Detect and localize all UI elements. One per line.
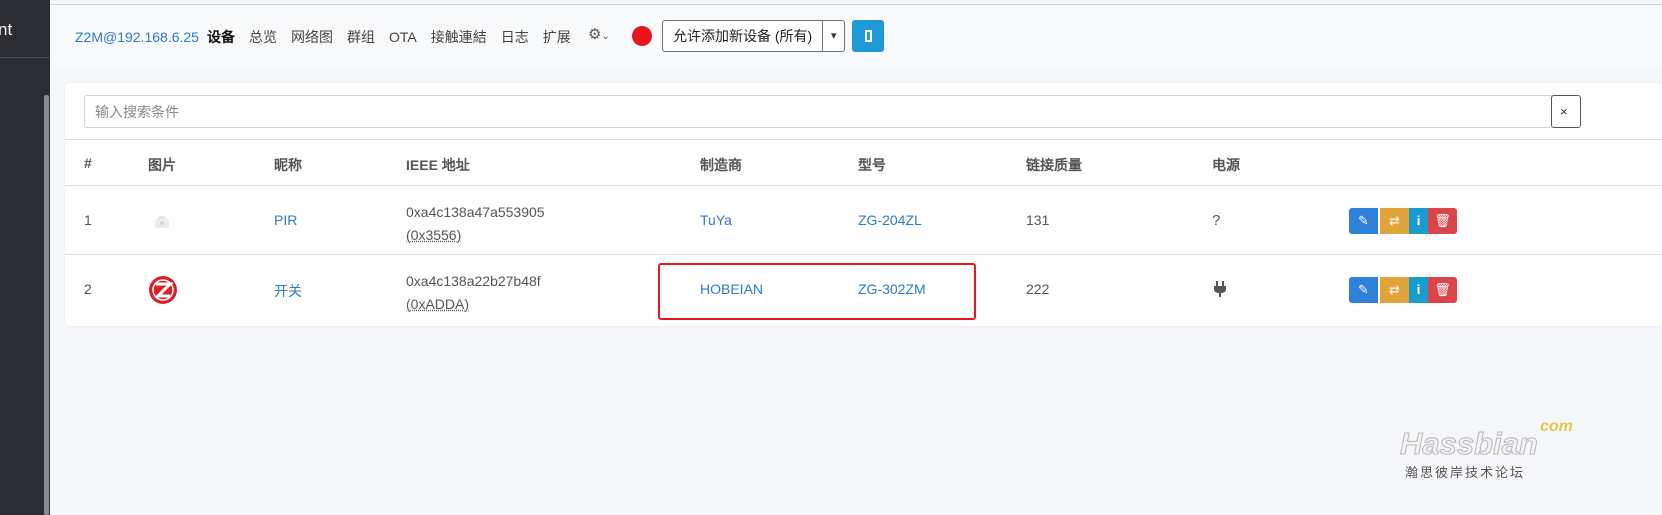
model-link[interactable]: ZG-204ZL — [858, 212, 922, 228]
network-address: (0x3556) — [406, 227, 462, 243]
search-input[interactable] — [84, 95, 1554, 128]
nav-item-logs[interactable]: 日志 — [501, 27, 529, 47]
row-index: 2 — [84, 281, 92, 297]
navbar: Z2M@192.168.6.25 设备 总览 网络图 群组 OTA 接触連結 日… — [50, 5, 1662, 69]
col-index[interactable]: # — [84, 155, 92, 171]
plug-icon — [1214, 281, 1226, 297]
col-model[interactable]: 型号 — [858, 155, 886, 175]
permit-join-button-group: 允许添加新设备 (所有) ▾ — [662, 20, 846, 52]
nav-item-devices[interactable]: 设备 — [207, 27, 235, 47]
edit-icon[interactable]: ✎ — [1349, 208, 1378, 234]
nav-brand-link[interactable]: Z2M@192.168.6.25 — [75, 29, 199, 45]
chevron-down-icon: ⌄ — [601, 31, 610, 42]
link-quality: 131 — [1026, 212, 1050, 228]
info-icon[interactable]: i — [1409, 208, 1428, 234]
zigbee-logo-icon — [149, 276, 177, 304]
ieee-value: 0xa4c138a47a553905 — [406, 204, 545, 220]
power-unknown: ? — [1212, 212, 1221, 229]
settings-dropdown[interactable]: ⚙⌄ — [588, 25, 610, 43]
col-image[interactable]: 图片 — [148, 155, 176, 175]
sidebar-title: nt — [0, 20, 13, 39]
trash-icon[interactable]: 🗑 — [1428, 277, 1457, 303]
pir-sensor-icon — [155, 215, 169, 228]
watermark-caption: 瀚思彼岸技术论坛 — [1405, 465, 1526, 480]
col-power[interactable]: 电源 — [1212, 155, 1240, 175]
swap-icon[interactable]: ⇄ — [1380, 208, 1409, 234]
gear-icon: ⚙ — [588, 26, 602, 43]
nav-menu: Z2M@192.168.6.25 设备 总览 网络图 群组 OTA 接触連結 日… — [75, 27, 585, 47]
highlight-box — [658, 263, 976, 320]
table-header: # 图片 昵称 IEEE 地址 制造商 型号 链接质量 电源 — [65, 139, 1662, 186]
ieee-value: 0xa4c138a22b27b48f — [406, 273, 541, 289]
col-lqi[interactable]: 链接质量 — [1026, 155, 1082, 175]
sidebar: nt — [0, 0, 50, 515]
nav-item-map[interactable]: 网络图 — [291, 27, 333, 47]
manufacturer-link[interactable]: TuYa — [700, 212, 732, 228]
status-indicator-icon — [632, 26, 652, 46]
permit-join-button[interactable]: 允许添加新设备 (所有) — [663, 21, 822, 51]
permit-join-dropdown[interactable]: ▾ — [822, 21, 844, 51]
col-manufacturer[interactable]: 制造商 — [700, 155, 742, 175]
row-actions: ✎ ⇄ i 🗑 — [1349, 277, 1457, 303]
device-name-link[interactable]: 开关 — [274, 281, 302, 301]
info-icon[interactable]: i — [1409, 277, 1428, 303]
permit-join-timer-button[interactable] — [852, 20, 884, 52]
chevron-down-icon: ▾ — [830, 30, 837, 42]
link-quality: 222 — [1026, 281, 1050, 297]
sidebar-divider — [0, 57, 50, 58]
table-row: 1 PIR 0xa4c138a47a553905 (0x3556) TuYa Z… — [65, 186, 1662, 255]
row-index: 1 — [84, 212, 92, 228]
nav-item-extensions[interactable]: 扩展 — [543, 27, 571, 47]
watermark-logo: Hassbian — [1400, 426, 1539, 462]
watermark-com: com — [1540, 418, 1573, 435]
sidebar-scrollbar[interactable] — [44, 95, 49, 515]
swap-icon[interactable]: ⇄ — [1380, 277, 1409, 303]
network-address: (0xADDA) — [406, 296, 470, 312]
col-name[interactable]: 昵称 — [274, 155, 302, 175]
nav-item-groups[interactable]: 群组 — [347, 27, 375, 47]
nav-item-touchlink[interactable]: 接触連結 — [431, 27, 487, 47]
clear-search-button[interactable]: × — [1551, 95, 1581, 128]
rectangle-icon — [865, 30, 872, 42]
trash-icon[interactable]: 🗑 — [1428, 208, 1457, 234]
row-actions: ✎ ⇄ i 🗑 — [1349, 208, 1457, 234]
device-name-link[interactable]: PIR — [274, 212, 297, 228]
ieee-address: 0xa4c138a47a553905 (0x3556) — [406, 201, 545, 247]
nav-item-dashboard[interactable]: 总览 — [249, 27, 277, 47]
edit-icon[interactable]: ✎ — [1349, 277, 1378, 303]
nav-item-ota[interactable]: OTA — [389, 29, 417, 45]
ieee-address: 0xa4c138a22b27b48f (0xADDA) — [406, 270, 541, 316]
col-ieee[interactable]: IEEE 地址 — [406, 155, 470, 175]
